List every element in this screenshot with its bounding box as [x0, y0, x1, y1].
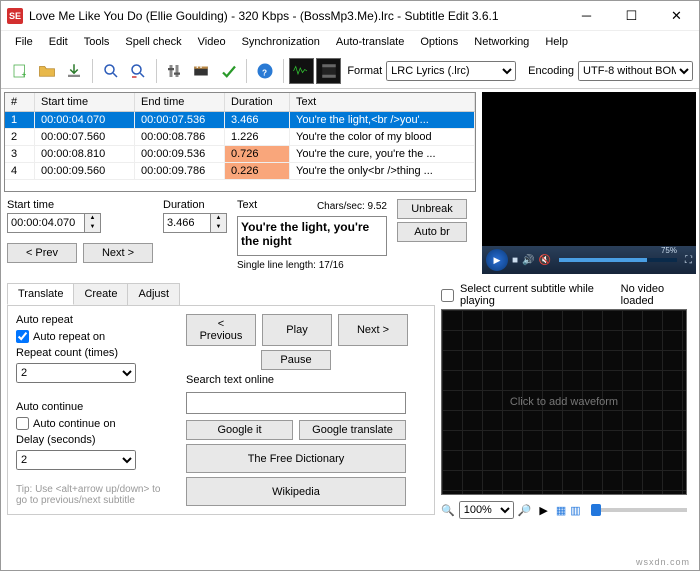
tip-text: Tip: Use <alt+arrow up/down> to go to pr…	[16, 484, 166, 506]
text-label: Text	[237, 199, 257, 214]
search-label: Search text online	[186, 374, 406, 386]
stop-icon[interactable]: ■	[512, 255, 518, 266]
svg-text:?: ?	[262, 68, 267, 77]
minimize-button[interactable]: ─	[564, 1, 609, 31]
video-toggle-icon[interactable]	[316, 58, 341, 84]
nav-previous-button[interactable]: < Previous	[186, 314, 256, 346]
save-icon[interactable]	[62, 58, 87, 84]
start-time-label: Start time	[7, 199, 153, 211]
auto-repeat-checkbox[interactable]: Auto repeat on	[16, 330, 166, 343]
menu-edit[interactable]: Edit	[41, 33, 76, 51]
column-header[interactable]: End time	[135, 93, 225, 111]
nav-pause-button[interactable]: Pause	[261, 350, 331, 370]
prev-button[interactable]: < Prev	[7, 243, 77, 263]
menu-spell-check[interactable]: Spell check	[117, 33, 189, 51]
auto-continue-heading: Auto continue	[16, 401, 166, 413]
table-row[interactable]: 300:00:08.81000:00:09.5360.726You're the…	[5, 146, 475, 163]
up-icon[interactable]: ▲	[211, 214, 226, 223]
dictionary-button[interactable]: The Free Dictionary	[186, 444, 406, 473]
subtitle-text-input[interactable]: You're the light, you're the night	[237, 216, 387, 256]
column-header[interactable]: #	[5, 93, 35, 111]
close-button[interactable]: ✕	[654, 1, 699, 31]
tab-create[interactable]: Create	[73, 283, 128, 305]
column-header[interactable]: Duration	[225, 93, 290, 111]
tab-adjust[interactable]: Adjust	[127, 283, 180, 305]
select-current-checkbox[interactable]: Select current subtitle while playing	[441, 283, 615, 307]
repeat-count-label: Repeat count (times)	[16, 347, 166, 359]
grid-icon[interactable]: ▦	[556, 504, 566, 517]
column-header[interactable]: Start time	[35, 93, 135, 111]
duration-label: Duration	[163, 199, 227, 211]
menu-help[interactable]: Help	[537, 33, 576, 51]
zoom-in-icon[interactable]: 🔎	[518, 504, 532, 517]
subtitle-table[interactable]: #Start timeEnd timeDurationText 100:00:0…	[4, 92, 476, 192]
repeat-count-select[interactable]: 2	[16, 363, 136, 383]
start-time-input[interactable]	[7, 213, 85, 233]
search-input[interactable]	[186, 392, 406, 414]
find-icon[interactable]	[98, 58, 123, 84]
chars-per-sec: Chars/sec: 9.52	[317, 199, 387, 214]
nav-next-button[interactable]: Next >	[338, 314, 408, 346]
watermark: wsxdn.com	[636, 557, 690, 567]
encoding-label: Encoding	[528, 65, 574, 77]
menu-networking[interactable]: Networking	[466, 33, 537, 51]
menu-tools[interactable]: Tools	[76, 33, 118, 51]
open-icon[interactable]	[34, 58, 59, 84]
maximize-button[interactable]: ☐	[609, 1, 654, 31]
delay-label: Delay (seconds)	[16, 434, 166, 446]
video-icon[interactable]	[189, 58, 214, 84]
down-icon[interactable]: ▼	[211, 223, 226, 232]
menu-file[interactable]: File	[7, 33, 41, 51]
delay-select[interactable]: 2	[16, 450, 136, 470]
new-icon[interactable]: +	[7, 58, 32, 84]
waveform-toggle-icon[interactable]	[289, 58, 314, 84]
table-row[interactable]: 400:00:09.56000:00:09.7860.226You're the…	[5, 163, 475, 180]
unbreak-button[interactable]: Unbreak	[397, 199, 467, 219]
app-icon: SE	[7, 8, 23, 24]
no-video-label: No video loaded	[621, 283, 693, 307]
progress-bar[interactable]: 75%	[559, 258, 677, 262]
duration-input[interactable]	[163, 213, 211, 233]
nav-play-button[interactable]: Play	[262, 314, 332, 346]
play-icon[interactable]: ▶	[486, 249, 508, 271]
auto-continue-checkbox[interactable]: Auto continue on	[16, 417, 166, 430]
encoding-select[interactable]: UTF-8 without BOM	[578, 61, 693, 81]
window-title: Love Me Like You Do (Ellie Goulding) - 3…	[29, 9, 564, 23]
menu-options[interactable]: Options	[412, 33, 466, 51]
google-translate-button[interactable]: Google translate	[299, 420, 406, 440]
up-icon[interactable]: ▲	[85, 214, 100, 223]
menu-synchronization[interactable]: Synchronization	[234, 33, 328, 51]
wave-scrollbar[interactable]	[591, 508, 687, 512]
spellcheck-icon[interactable]	[216, 58, 241, 84]
fullscreen-icon[interactable]: ⛶	[685, 255, 692, 266]
table-row[interactable]: 200:00:07.56000:00:08.7861.226You're the…	[5, 129, 475, 146]
replace-icon[interactable]	[125, 58, 150, 84]
waveform-area[interactable]: Click to add waveform	[441, 309, 687, 495]
svg-text:+: +	[21, 70, 26, 79]
volume-icon[interactable]: 🔊	[522, 255, 534, 266]
line-length: Single line length: 17/16	[237, 258, 387, 273]
google-button[interactable]: Google it	[186, 420, 293, 440]
next-button[interactable]: Next >	[83, 243, 153, 263]
zoom-select[interactable]: 100%	[459, 501, 514, 519]
table-row[interactable]: 100:00:04.07000:00:07.5363.466You're the…	[5, 112, 475, 129]
menu-video[interactable]: Video	[190, 33, 234, 51]
column-header[interactable]: Text	[290, 93, 475, 111]
wikipedia-button[interactable]: Wikipedia	[186, 477, 406, 506]
zoom-out-icon[interactable]: 🔍	[441, 504, 455, 517]
grid2-icon[interactable]: ▥	[570, 504, 580, 517]
help-icon[interactable]: ?	[252, 58, 277, 84]
autobr-button[interactable]: Auto br	[397, 222, 467, 242]
tab-translate[interactable]: Translate	[7, 283, 74, 305]
format-select[interactable]: LRC Lyrics (.lrc)	[386, 61, 516, 81]
down-icon[interactable]: ▼	[85, 223, 100, 232]
video-preview: ▶ ■ 🔊 🔇 75% ⛶	[482, 92, 696, 274]
settings-icon[interactable]	[162, 58, 187, 84]
format-label: Format	[347, 65, 382, 77]
mute-icon[interactable]: 🔇	[539, 255, 551, 266]
menu-auto-translate[interactable]: Auto-translate	[328, 33, 412, 51]
auto-repeat-heading: Auto repeat	[16, 314, 166, 326]
